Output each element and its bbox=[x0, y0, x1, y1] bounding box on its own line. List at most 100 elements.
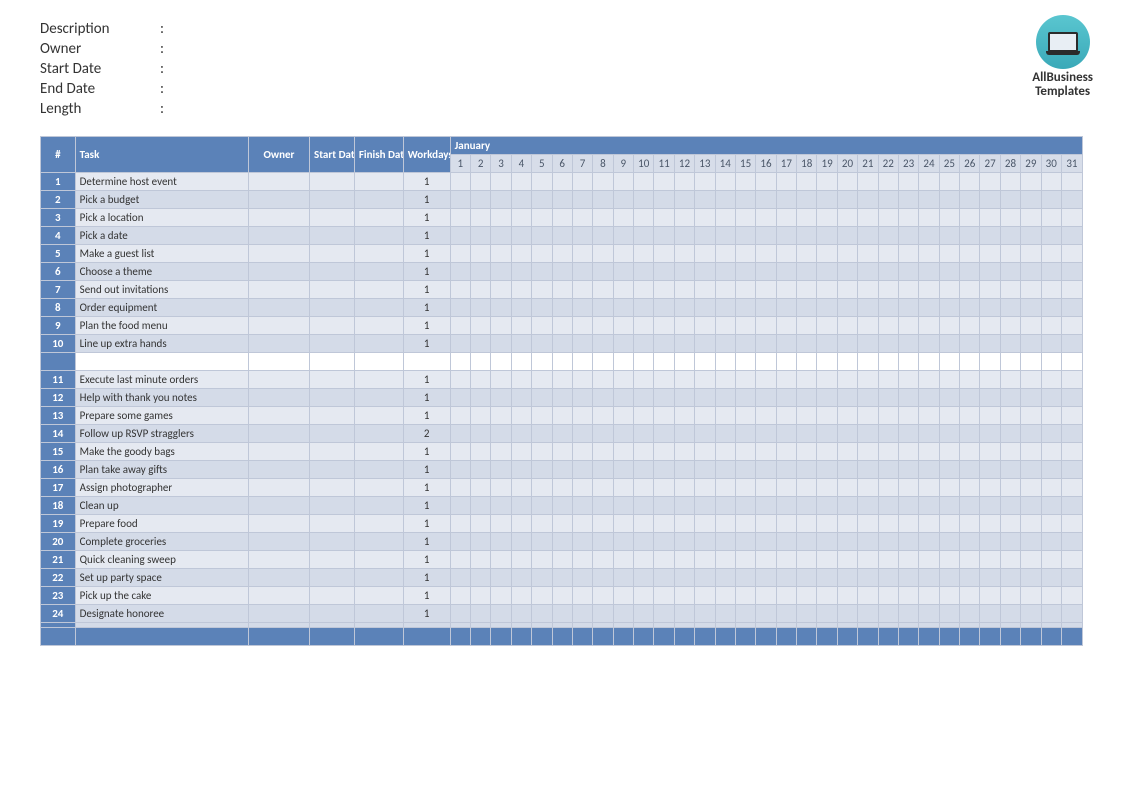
gantt-day-cell[interactable] bbox=[1021, 173, 1041, 191]
gantt-day-cell[interactable] bbox=[919, 353, 939, 371]
gantt-day-cell[interactable] bbox=[511, 497, 531, 515]
gantt-day-cell[interactable] bbox=[552, 353, 572, 371]
task-name[interactable]: Complete groceries bbox=[75, 533, 248, 551]
gantt-day-cell[interactable] bbox=[552, 173, 572, 191]
gantt-day-cell[interactable] bbox=[756, 173, 776, 191]
gantt-day-cell[interactable] bbox=[735, 515, 755, 533]
owner-cell[interactable] bbox=[248, 173, 309, 191]
gantt-day-cell[interactable] bbox=[593, 605, 613, 623]
gantt-day-cell[interactable] bbox=[817, 335, 837, 353]
start-date-cell[interactable] bbox=[310, 551, 355, 569]
gantt-day-cell[interactable] bbox=[450, 245, 470, 263]
gantt-day-cell[interactable] bbox=[532, 515, 552, 533]
gantt-day-cell[interactable] bbox=[939, 245, 959, 263]
gantt-day-cell[interactable] bbox=[1061, 281, 1082, 299]
gantt-day-cell[interactable] bbox=[1021, 335, 1041, 353]
owner-cell[interactable] bbox=[248, 443, 309, 461]
gantt-day-cell[interactable] bbox=[1061, 479, 1082, 497]
task-name[interactable]: Plan take away gifts bbox=[75, 461, 248, 479]
gantt-day-cell[interactable] bbox=[756, 371, 776, 389]
gantt-day-cell[interactable] bbox=[613, 227, 633, 245]
gantt-day-cell[interactable] bbox=[919, 497, 939, 515]
gantt-day-cell[interactable] bbox=[858, 605, 878, 623]
start-date-cell[interactable] bbox=[310, 533, 355, 551]
gantt-day-cell[interactable] bbox=[797, 443, 817, 461]
gantt-day-cell[interactable] bbox=[980, 389, 1000, 407]
gantt-day-cell[interactable] bbox=[898, 569, 918, 587]
gantt-day-cell[interactable] bbox=[613, 569, 633, 587]
gantt-day-cell[interactable] bbox=[695, 335, 715, 353]
gantt-day-cell[interactable] bbox=[695, 515, 715, 533]
gantt-day-cell[interactable] bbox=[980, 551, 1000, 569]
gantt-day-cell[interactable] bbox=[817, 263, 837, 281]
task-name[interactable]: Pick up the cake bbox=[75, 587, 248, 605]
gantt-day-cell[interactable] bbox=[634, 209, 654, 227]
gantt-day-cell[interactable] bbox=[776, 299, 796, 317]
finish-date-cell[interactable] bbox=[354, 497, 403, 515]
gantt-day-cell[interactable] bbox=[898, 407, 918, 425]
gantt-day-cell[interactable] bbox=[532, 173, 552, 191]
gantt-day-cell[interactable] bbox=[878, 461, 898, 479]
gantt-day-cell[interactable] bbox=[837, 281, 857, 299]
gantt-day-cell[interactable] bbox=[674, 479, 694, 497]
gantt-day-cell[interactable] bbox=[837, 515, 857, 533]
gantt-day-cell[interactable] bbox=[654, 407, 674, 425]
start-date-cell[interactable] bbox=[310, 605, 355, 623]
gantt-day-cell[interactable] bbox=[654, 281, 674, 299]
owner-cell[interactable] bbox=[248, 497, 309, 515]
gantt-day-cell[interactable] bbox=[817, 173, 837, 191]
gantt-day-cell[interactable] bbox=[491, 389, 511, 407]
gantt-day-cell[interactable] bbox=[634, 263, 654, 281]
workdays-cell[interactable]: 1 bbox=[403, 335, 450, 353]
gantt-day-cell[interactable] bbox=[756, 281, 776, 299]
gantt-day-cell[interactable] bbox=[654, 389, 674, 407]
owner-cell[interactable] bbox=[248, 209, 309, 227]
gantt-day-cell[interactable] bbox=[878, 245, 898, 263]
gantt-day-cell[interactable] bbox=[450, 551, 470, 569]
gantt-day-cell[interactable] bbox=[634, 335, 654, 353]
gantt-day-cell[interactable] bbox=[1021, 299, 1041, 317]
gantt-day-cell[interactable] bbox=[756, 245, 776, 263]
gantt-day-cell[interactable] bbox=[919, 209, 939, 227]
gantt-day-cell[interactable] bbox=[735, 479, 755, 497]
gantt-day-cell[interactable] bbox=[695, 263, 715, 281]
owner-cell[interactable] bbox=[248, 515, 309, 533]
gantt-day-cell[interactable] bbox=[898, 497, 918, 515]
gantt-day-cell[interactable] bbox=[674, 335, 694, 353]
gantt-day-cell[interactable] bbox=[919, 191, 939, 209]
gantt-day-cell[interactable] bbox=[1061, 263, 1082, 281]
start-date-cell[interactable] bbox=[310, 371, 355, 389]
gantt-day-cell[interactable] bbox=[735, 389, 755, 407]
gantt-day-cell[interactable] bbox=[960, 605, 980, 623]
workdays-cell[interactable]: 1 bbox=[403, 299, 450, 317]
gantt-day-cell[interactable] bbox=[552, 371, 572, 389]
gantt-day-cell[interactable] bbox=[1041, 317, 1061, 335]
gantt-day-cell[interactable] bbox=[1041, 227, 1061, 245]
gantt-day-cell[interactable] bbox=[898, 227, 918, 245]
gantt-day-cell[interactable] bbox=[735, 281, 755, 299]
gantt-day-cell[interactable] bbox=[450, 443, 470, 461]
gantt-day-cell[interactable] bbox=[654, 353, 674, 371]
gantt-day-cell[interactable] bbox=[817, 353, 837, 371]
gantt-day-cell[interactable] bbox=[511, 425, 531, 443]
gantt-day-cell[interactable] bbox=[1061, 389, 1082, 407]
gantt-day-cell[interactable] bbox=[593, 173, 613, 191]
gantt-day-cell[interactable] bbox=[980, 443, 1000, 461]
gantt-day-cell[interactable] bbox=[450, 353, 470, 371]
workdays-cell[interactable]: 1 bbox=[403, 479, 450, 497]
gantt-day-cell[interactable] bbox=[960, 551, 980, 569]
gantt-day-cell[interactable] bbox=[552, 335, 572, 353]
finish-date-cell[interactable] bbox=[354, 587, 403, 605]
gantt-day-cell[interactable] bbox=[817, 227, 837, 245]
gantt-day-cell[interactable] bbox=[735, 353, 755, 371]
gantt-day-cell[interactable] bbox=[939, 281, 959, 299]
gantt-day-cell[interactable] bbox=[756, 497, 776, 515]
gantt-day-cell[interactable] bbox=[593, 281, 613, 299]
gantt-day-cell[interactable] bbox=[878, 587, 898, 605]
finish-date-cell[interactable] bbox=[354, 605, 403, 623]
gantt-day-cell[interactable] bbox=[593, 245, 613, 263]
gantt-day-cell[interactable] bbox=[776, 191, 796, 209]
gantt-day-cell[interactable] bbox=[939, 479, 959, 497]
gantt-day-cell[interactable] bbox=[776, 263, 796, 281]
gantt-day-cell[interactable] bbox=[491, 605, 511, 623]
